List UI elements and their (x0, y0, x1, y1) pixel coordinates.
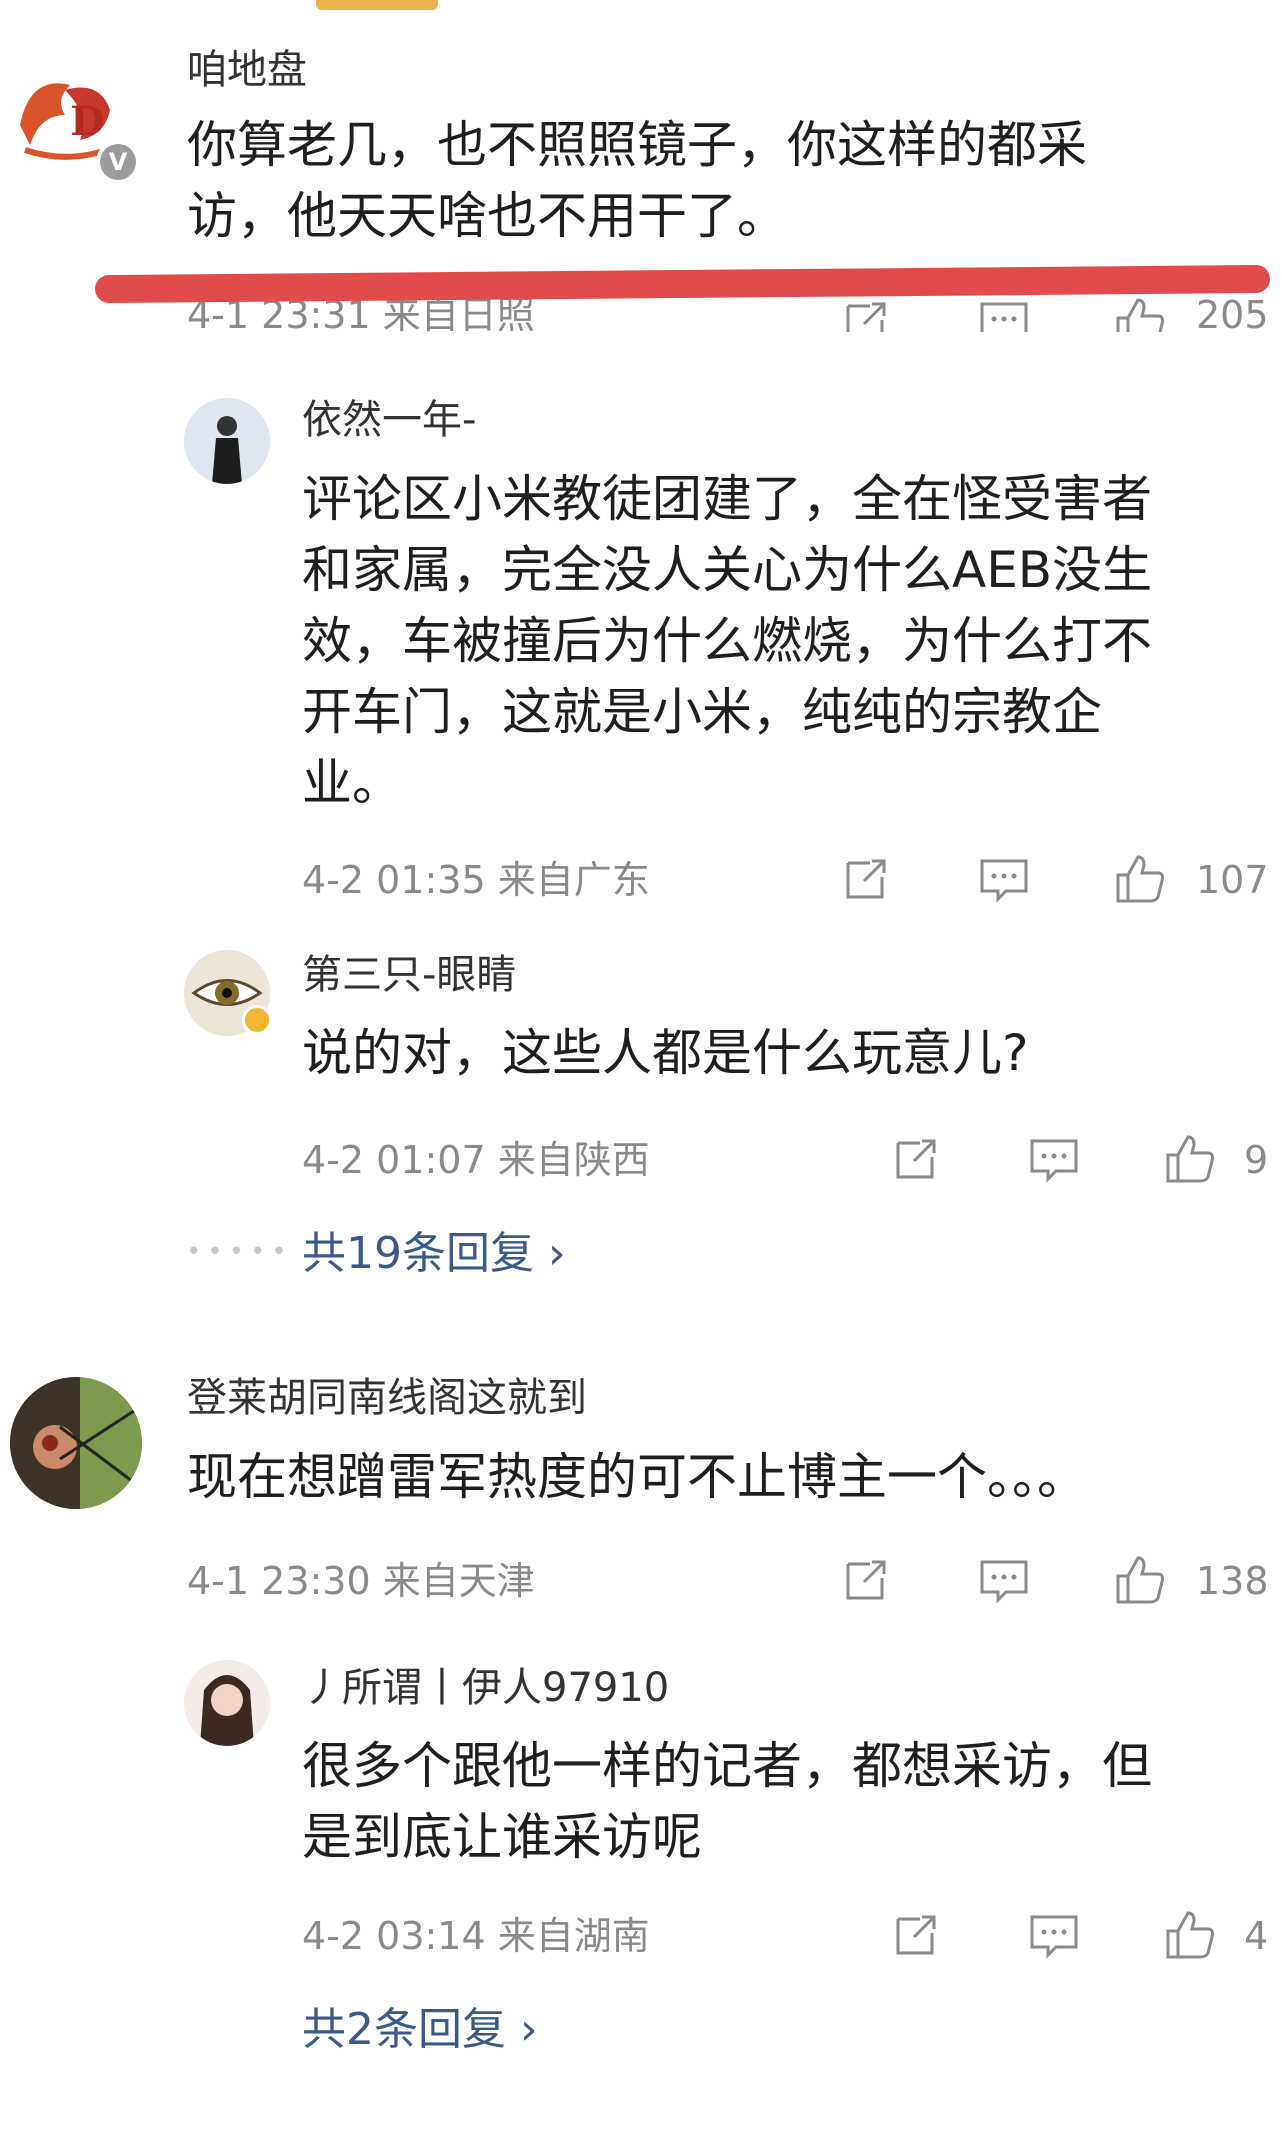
like-count: 107 (1196, 858, 1269, 902)
reply-button[interactable] (978, 1554, 1030, 1606)
avatar-photo-icon (184, 1660, 270, 1746)
comment-line: 效，车被撞后为什么燃烧，为什么打不 (302, 612, 1152, 670)
comment-meta: 4-2 03:14 来自湖南 (302, 1914, 650, 1958)
comment-icon (978, 1554, 1030, 1606)
comment-line: 很多个跟他一样的记者，都想采访，但 (302, 1737, 1152, 1795)
like-icon (1114, 853, 1166, 905)
like-count: 138 (1196, 1559, 1269, 1603)
expand-replies-link[interactable]: 共2条回复 › (302, 2008, 538, 2052)
share-icon (890, 1909, 942, 1961)
share-button[interactable] (890, 1909, 942, 1961)
avatar-photo-icon (184, 398, 270, 484)
comment-line: 是到底让谁采访呢 (302, 1808, 702, 1866)
verified-badge-icon: V (96, 140, 140, 184)
comment-meta: 4-2 01:07 来自陕西 (302, 1138, 650, 1182)
comment-author[interactable]: 丿所谓丨伊人97910 (302, 1668, 669, 1708)
comment-text: 你算老几，也不照照镜子，你这样的都采 访，他天天啥也不用干了。 (187, 110, 1087, 252)
comment-icon (1028, 1133, 1080, 1185)
vip-badge-icon (242, 1005, 272, 1035)
comment-line: 访，他天天啥也不用干了。 (187, 187, 787, 245)
share-button[interactable] (840, 1554, 892, 1606)
like-icon (1114, 1554, 1166, 1606)
comment-text: 说的对，这些人都是什么玩意儿? (302, 1018, 1029, 1089)
comment-line: 业。 (302, 754, 402, 812)
comment-meta: 4-2 01:35 来自广东 (302, 858, 650, 902)
comment-text: 现在想蹭雷军热度的可不止博主一个。。。 (187, 1442, 1087, 1513)
like-count: 205 (1196, 296, 1269, 332)
share-button[interactable] (840, 296, 900, 332)
comment-author[interactable]: 第三只-眼睛 (302, 955, 516, 995)
comment-meta: 4-1 23:30 来自天津 (187, 1559, 535, 1603)
like-button[interactable] (1164, 1909, 1216, 1961)
share-icon (840, 1554, 892, 1606)
avatar[interactable] (10, 1377, 142, 1509)
comment-icon (1028, 1909, 1080, 1961)
avatar[interactable] (184, 1660, 270, 1746)
comment-line: 现在想蹭雷军热度的可不止博主一个。。。 (187, 1448, 1087, 1506)
like-button[interactable] (1114, 1554, 1166, 1606)
comment-author[interactable]: 咱地盘 (187, 50, 307, 90)
comment-line: 开车门，这就是小米，纯纯的宗教企 (302, 683, 1102, 741)
comment-line: 评论区小米教徒团建了，全在怪受害者 (302, 470, 1152, 528)
reply-button[interactable] (1028, 1133, 1080, 1185)
reply-button[interactable] (978, 853, 1030, 905)
thread-dots: ••••• (186, 1237, 293, 1267)
reply-button[interactable] (1028, 1909, 1080, 1961)
reply-button[interactable] (978, 296, 1038, 332)
share-icon (840, 296, 892, 332)
svg-text:D: D (70, 98, 105, 145)
like-button[interactable] (1164, 1133, 1216, 1185)
comment-icon (978, 853, 1030, 905)
comment-text: 很多个跟他一样的记者，都想采访，但 是到底让谁采访呢 (302, 1731, 1152, 1873)
share-icon (890, 1133, 942, 1185)
top-accent-bar (316, 0, 438, 10)
avatar-photo-icon (10, 1377, 142, 1509)
like-count: 9 (1244, 1138, 1269, 1182)
like-icon (1114, 296, 1166, 332)
share-button[interactable] (840, 853, 892, 905)
share-icon (840, 853, 892, 905)
annotation-underline (94, 264, 1271, 304)
like-button[interactable] (1114, 853, 1166, 905)
like-button[interactable] (1114, 296, 1174, 332)
like-count: 4 (1244, 1914, 1269, 1958)
expand-replies-link[interactable]: 共19条回复 › (302, 1232, 566, 1276)
comment-line: 说的对，这些人都是什么玩意儿? (302, 1024, 1029, 1082)
comment-icon (978, 296, 1030, 332)
share-button[interactable] (890, 1133, 942, 1185)
comment-author[interactable]: 登莱胡同南线阁这就到 (187, 1378, 587, 1418)
comment-author[interactable]: 依然一年- (302, 400, 476, 440)
comment-line: 你算老几，也不照照镜子，你这样的都采 (187, 116, 1087, 174)
comment-line: 和家属，完全没人关心为什么AEB没生 (302, 541, 1153, 599)
avatar[interactable] (184, 398, 270, 484)
comment-text: 评论区小米教徒团建了，全在怪受害者 和家属，完全没人关心为什么AEB没生 效，车… (302, 464, 1152, 819)
like-icon (1164, 1909, 1216, 1961)
like-icon (1164, 1133, 1216, 1185)
